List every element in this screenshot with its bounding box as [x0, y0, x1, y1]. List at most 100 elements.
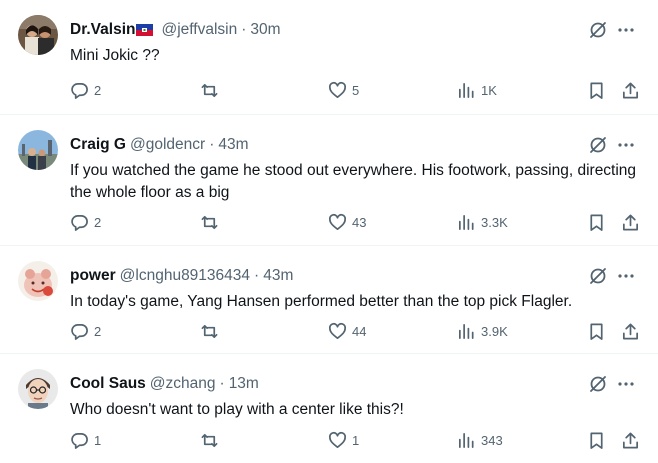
like-count: 44 — [352, 323, 367, 339]
avatar[interactable] — [18, 130, 58, 170]
tweet-header: Dr.Valsin @jeffvalsin · 30m — [70, 19, 281, 41]
author-handle[interactable]: @jeffvalsin — [161, 21, 237, 39]
author-handle[interactable]: @lcnghu89136434 — [120, 267, 250, 285]
like-count: 43 — [352, 214, 367, 230]
like-count: 1 — [352, 432, 360, 448]
tweet-text: In today's game, Yang Hansen performed b… — [70, 293, 573, 310]
bookmark-icon — [590, 82, 603, 99]
reply-button[interactable]: 1 — [70, 429, 101, 451]
avatar[interactable] — [18, 369, 58, 409]
author-handle[interactable]: @goldencr — [130, 136, 205, 154]
views-button[interactable]: 1K — [457, 79, 497, 101]
repost-button[interactable] — [200, 320, 224, 342]
share-button[interactable] — [621, 211, 640, 233]
tweet-actions: 2 5 1K — [70, 79, 648, 101]
bar-chart-icon — [458, 214, 474, 230]
heart-icon — [328, 322, 347, 339]
bookmark-button[interactable] — [587, 79, 606, 101]
share-button[interactable] — [621, 429, 640, 451]
bar-chart-icon — [458, 432, 474, 448]
reply-feed: Dr.Valsin @jeffvalsin · 30m Mini Jokic ?… — [0, 0, 658, 463]
tweet-text: Who doesn't want to play with a center l… — [70, 401, 404, 418]
bookmark-icon — [590, 214, 603, 231]
bookmark-icon — [590, 432, 603, 449]
repost-button[interactable] — [200, 79, 224, 101]
grok-slash-icon[interactable] — [588, 20, 608, 40]
bookmark-button[interactable] — [587, 429, 606, 451]
timestamp[interactable]: 43m — [218, 136, 248, 154]
tweet-item[interactable]: power @lcnghu89136434 · 43m In today's g… — [0, 246, 658, 354]
views-button[interactable]: 343 — [457, 429, 503, 451]
tweet-header: power @lcnghu89136434 · 43m — [70, 265, 293, 287]
heart-icon — [328, 81, 347, 98]
separator-dot: · — [219, 375, 225, 392]
view-count: 1K — [481, 82, 497, 98]
share-button[interactable] — [621, 320, 640, 342]
separator-dot: · — [209, 136, 215, 153]
grok-slash-icon[interactable] — [588, 135, 608, 155]
like-button[interactable]: 1 — [328, 429, 359, 451]
repost-arrows-icon — [201, 433, 218, 447]
repost-arrows-icon — [201, 324, 218, 338]
share-button[interactable] — [621, 79, 640, 101]
share-upload-icon — [622, 432, 639, 448]
like-button[interactable]: 43 — [328, 211, 366, 233]
view-count: 3.9K — [481, 323, 508, 339]
repost-button[interactable] — [200, 429, 224, 451]
tweet-actions: 1 1 343 — [70, 429, 648, 451]
bookmark-button[interactable] — [587, 320, 606, 342]
grok-slash-icon[interactable] — [588, 374, 608, 394]
views-button[interactable]: 3.3K — [457, 211, 508, 233]
author-name[interactable]: Dr.Valsin — [70, 21, 135, 39]
view-count: 3.3K — [481, 214, 508, 230]
more-dots-icon[interactable] — [616, 20, 636, 40]
more-dots-icon[interactable] — [616, 374, 636, 394]
like-button[interactable]: 44 — [328, 320, 366, 342]
timestamp[interactable]: 43m — [263, 267, 293, 285]
grok-slash-icon[interactable] — [588, 266, 608, 286]
author-handle[interactable]: @zchang — [150, 375, 216, 393]
like-count: 5 — [352, 82, 360, 98]
repost-button[interactable] — [200, 211, 224, 233]
speech-bubble-icon — [71, 82, 88, 99]
more-dots-icon[interactable] — [616, 266, 636, 286]
separator-dot: · — [241, 21, 247, 38]
bookmark-icon — [590, 323, 603, 340]
author-name[interactable]: Cool Saus — [70, 375, 146, 393]
share-upload-icon — [622, 214, 639, 230]
timestamp[interactable]: 30m — [250, 21, 280, 39]
timestamp[interactable]: 13m — [229, 375, 259, 393]
avatar[interactable] — [18, 15, 58, 55]
tweet-item[interactable]: Cool Saus @zchang · 13m Who doesn't want… — [0, 354, 658, 463]
tweet-text: If you watched the game he stood out eve… — [70, 162, 637, 201]
tweet-item[interactable]: Dr.Valsin @jeffvalsin · 30m Mini Jokic ?… — [0, 0, 658, 115]
more-dots-icon[interactable] — [616, 135, 636, 155]
reply-button[interactable]: 2 — [70, 320, 101, 342]
reply-count: 2 — [94, 323, 102, 339]
reply-count: 2 — [94, 214, 102, 230]
tweet-header: Craig G @goldencr · 43m — [70, 134, 249, 156]
repost-arrows-icon — [201, 215, 218, 229]
author-name[interactable]: Craig G — [70, 136, 126, 154]
like-button[interactable]: 5 — [328, 79, 359, 101]
heart-icon — [328, 213, 347, 230]
reply-button[interactable]: 2 — [70, 79, 101, 101]
views-button[interactable]: 3.9K — [457, 320, 508, 342]
haiti-flag-icon — [136, 24, 154, 36]
repost-arrows-icon — [201, 83, 218, 97]
reply-count: 1 — [94, 432, 102, 448]
bookmark-button[interactable] — [587, 211, 606, 233]
speech-bubble-icon — [71, 214, 88, 231]
tweet-item[interactable]: Craig G @goldencr · 43m If you watched t… — [0, 115, 658, 246]
author-name[interactable]: power — [70, 267, 116, 285]
speech-bubble-icon — [71, 323, 88, 340]
tweet-actions: 2 43 3.3K — [70, 211, 648, 233]
tweet-header: Cool Saus @zchang · 13m — [70, 373, 259, 395]
avatar[interactable] — [18, 261, 58, 301]
separator-dot: · — [254, 267, 260, 284]
speech-bubble-icon — [71, 432, 88, 449]
bar-chart-icon — [458, 82, 474, 98]
tweet-text: Mini Jokic ?? — [70, 47, 160, 64]
reply-button[interactable]: 2 — [70, 211, 101, 233]
view-count: 343 — [481, 432, 503, 448]
